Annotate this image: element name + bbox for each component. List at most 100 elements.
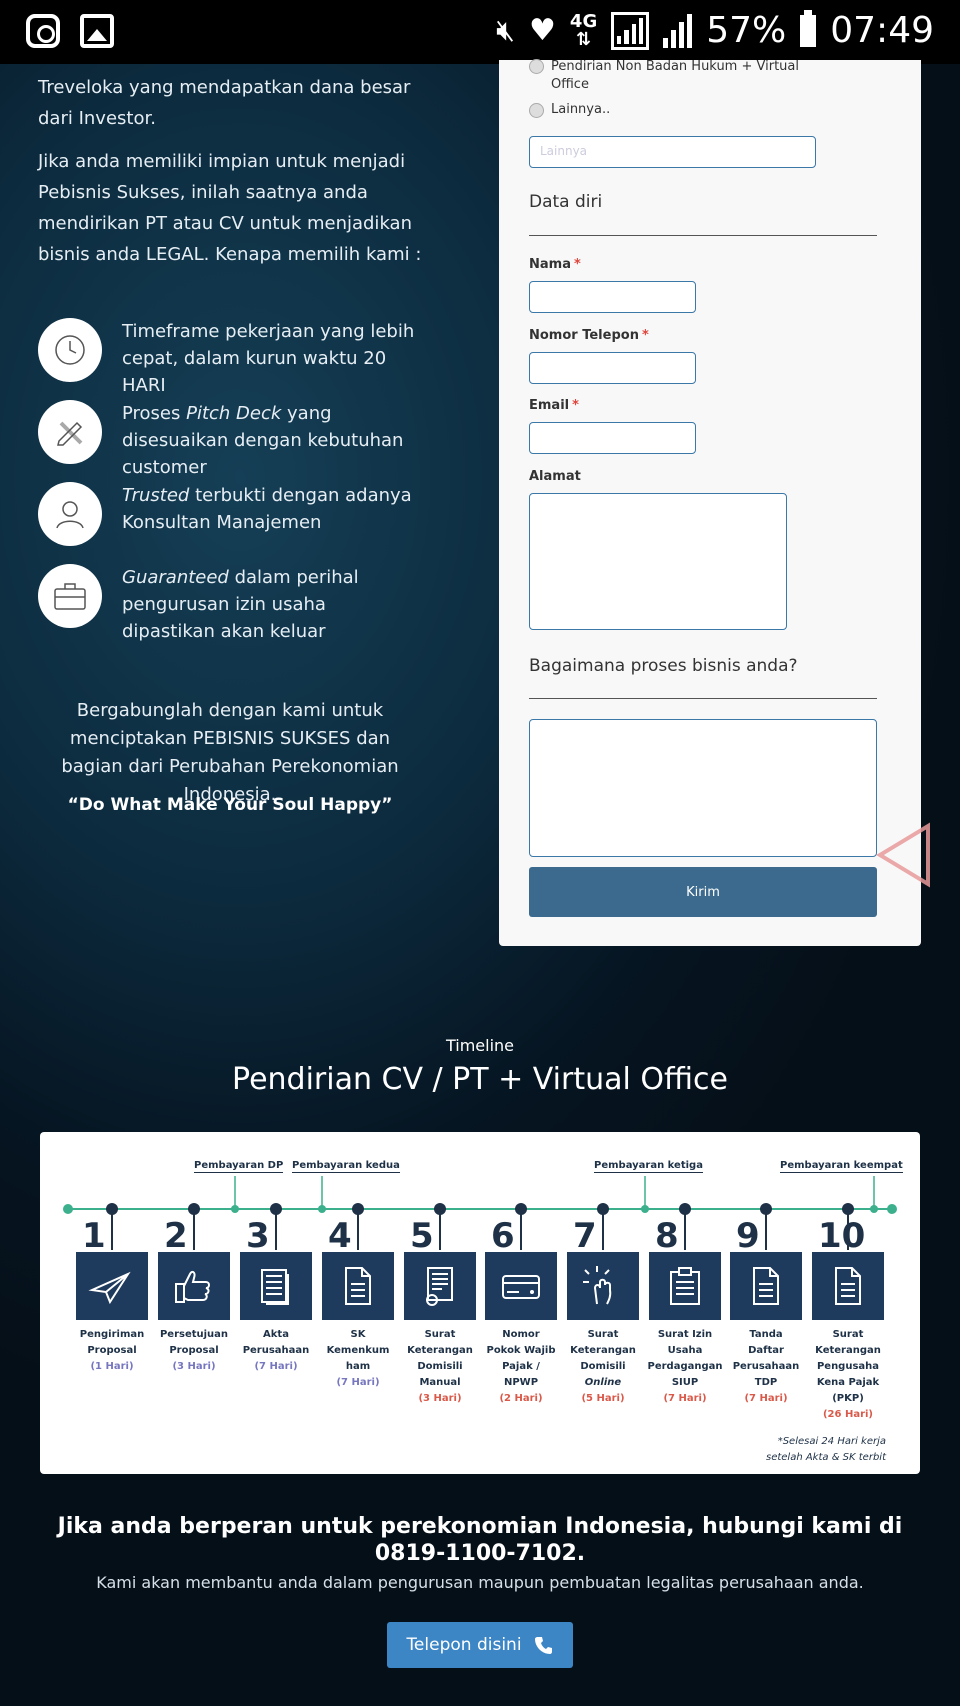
submit-button[interactable]: Kirim [529,867,877,917]
card-icon [502,1275,540,1299]
radio-other[interactable]: Lainnya.. [529,102,610,118]
step-duration: (2 Hari) [499,1393,543,1404]
step-dot [270,1203,282,1215]
step-dot [597,1203,609,1215]
step-label: Akta Perusahaan (7 Hari) [236,1327,316,1375]
email-label: Email * [529,398,579,413]
step-label: Persetujuan Proposal (3 Hari) [154,1327,234,1375]
feature-item: Trusted terbukti dengan adanya Konsultan… [38,482,422,546]
divider [529,698,877,699]
4g-icon: 4G ⇅ [569,10,598,50]
cta-title: Jika anda berperan untuk perekonomian In… [57,1514,903,1566]
timeline-note: *Selesai 24 Hari kerja setelah Akta & SK … [765,1436,886,1463]
instagram-icon [26,14,60,48]
document-icon [345,1267,371,1305]
feature-text: Proses Pitch Deck yang disesuaikan denga… [122,403,404,478]
step-label: SK Kemenkum ham (7 Hari) [318,1327,398,1391]
documents-icon [261,1269,289,1305]
feature-text: Timeframe pekerjaan yang lebih cepat, da… [122,321,415,396]
touch-icon [583,1266,612,1305]
user-icon [38,482,102,546]
timeline-end-dot [887,1204,897,1214]
address-label: Alamat [529,469,581,484]
intro-text: Treveloka yang mendapatkan dana besar da… [38,77,411,129]
feature-item: Proses Pitch Deck yang disesuaikan denga… [38,400,422,481]
step-duration: (26 Hari) [822,1409,873,1420]
payment-dot [641,1205,649,1213]
step-number: 7 [573,1216,597,1256]
step-duration: (7 Hari) [254,1361,298,1372]
step-box [240,1252,312,1320]
feature-text: Guaranteed dalam perihal pengurusan izin… [122,567,359,642]
step-number: 3 [246,1216,270,1256]
briefcase-icon [38,564,102,628]
step-box [649,1252,721,1320]
payment-label: Pembayaran kedua [292,1160,400,1173]
name-label: Nama * [529,257,581,272]
image-icon [80,14,114,48]
step-box [485,1252,557,1320]
step-duration: (3 Hari) [172,1361,216,1372]
payment-label: Pembayaran DP [194,1160,284,1173]
radio-non-badan-hukum[interactable]: Pendirian Non Badan Hukum + Virtual Offi… [529,58,811,94]
step-duration: (7 Hari) [336,1377,380,1388]
step-duration: (5 Hari) [581,1393,625,1404]
timeline-end-dot [63,1204,73,1214]
clock-time: 07:49 [830,10,934,51]
pencil-ruler-icon [38,400,102,464]
motto: “Do What Make Your Soul Happy” [67,795,393,815]
phone-input[interactable] [529,352,696,384]
step-box [812,1252,884,1320]
step-label: Surat Keterangan Pengusaha Kena Pajak (PKP)(… [808,1327,888,1423]
section-business-process: Bagaimana proses bisnis anda? [529,656,798,676]
radio-button[interactable] [529,103,544,118]
step-box [404,1252,476,1320]
feature-text: Trusted terbukti dengan adanya Konsultan… [122,485,412,533]
thumbs-up-icon [175,1270,210,1303]
battery-icon [800,9,817,47]
step-dot [434,1203,446,1215]
phone-label: Nomor Telepon * [529,328,649,343]
address-textarea[interactable] [529,493,787,630]
back-triangle-icon[interactable] [876,822,932,888]
step-box [76,1252,148,1320]
step-duration: (7 Hari) [663,1393,707,1404]
step-number: 6 [491,1216,515,1256]
payment-label: Pembayaran keempat [780,1160,903,1173]
name-input[interactable] [529,281,696,313]
section-personal-data: Data diri [529,192,603,212]
divider [529,235,877,236]
step-number: 9 [736,1216,760,1256]
document-icon [835,1267,861,1305]
timeline-card: Pembayaran DP Pembayaran kedua Pembayaran … [40,1132,920,1474]
paper-plane-icon [88,1271,131,1305]
step-number: 1 [82,1216,106,1256]
step-duration: (7 Hari) [744,1393,788,1404]
step-dot [515,1203,527,1215]
registration-form: Pendirian Non Badan Hukum + Virtual Offi… [499,58,921,946]
document-icon [753,1267,779,1305]
mute-icon: 🔇︎ [496,13,516,48]
step-number: 4 [328,1216,352,1256]
timeline-title: Pendirian CV / PT + Virtual Office [232,1062,728,1097]
step-box [322,1252,394,1320]
payment-dot [870,1205,878,1213]
signal-icon [611,11,650,50]
call-button[interactable]: Telepon disini [387,1622,573,1668]
radio-button[interactable] [529,59,544,74]
other-input[interactable]: Lainnya [529,136,816,168]
payment-dot [318,1205,326,1213]
step-dot [106,1203,118,1215]
clipboard-icon [670,1267,700,1305]
step-dot [679,1203,691,1215]
step-box [158,1252,230,1320]
battery-percent: 57% [706,10,787,51]
email-input[interactable] [529,422,696,454]
business-process-textarea[interactable] [529,719,877,857]
step-label: Tanda Daftar Perusahaan TDP (7 Hari) [726,1327,806,1407]
step-label: Surat Izin Usaha Perdagangan SIUP (7 Hari) [645,1327,725,1407]
heart-icon: ♥ [529,13,556,48]
payment-label: Pembayaran ketiga [594,1160,703,1173]
why-us-paragraph: Jika anda memiliki impian untuk menjadi … [38,151,422,265]
step-dot [188,1203,200,1215]
